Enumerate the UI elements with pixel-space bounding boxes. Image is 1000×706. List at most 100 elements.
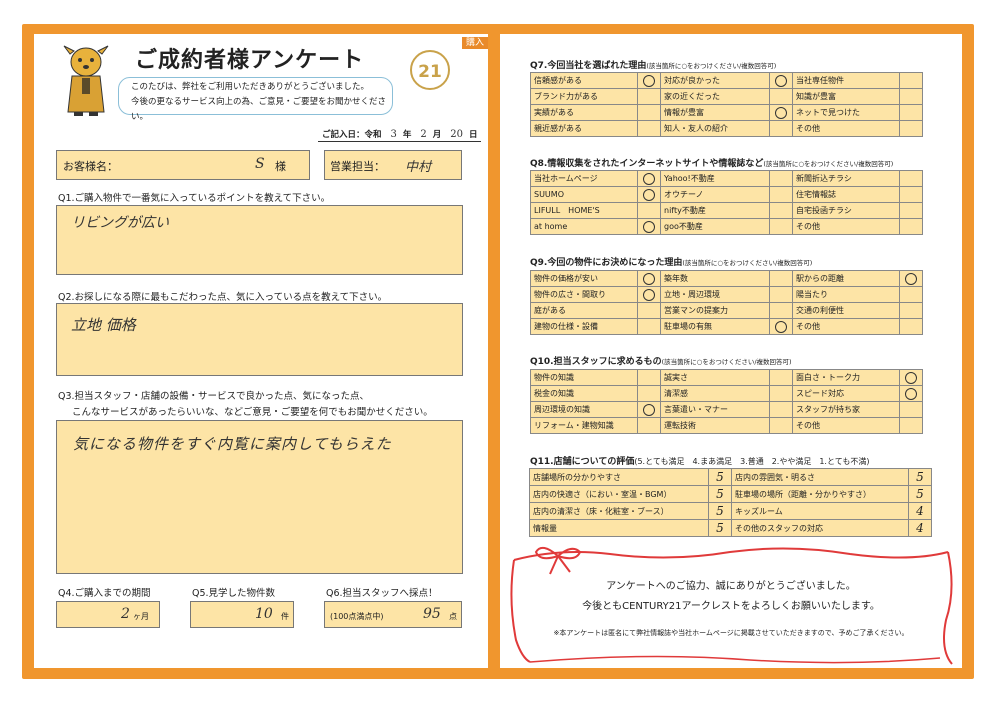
q7-option-checkbox[interactable] (637, 120, 661, 137)
date-year: 3 (390, 129, 397, 140)
q8-option-checkbox[interactable] (769, 218, 793, 235)
q9-option-checkbox[interactable] (769, 318, 793, 335)
q5-answer-field[interactable]: 10 件 (190, 601, 294, 628)
q8-option-checkbox[interactable] (637, 186, 661, 203)
q10-option-checkbox[interactable] (769, 369, 793, 386)
q10-option-checkbox[interactable] (769, 385, 793, 402)
q9-option-checkbox[interactable] (899, 318, 923, 335)
q7-option-label: 当社専任物件 (792, 72, 900, 89)
q8-option-checkbox[interactable] (899, 202, 923, 219)
q9-option-checkbox[interactable] (637, 302, 661, 319)
q11-score[interactable]: 5 (708, 485, 732, 503)
q4-answer-field[interactable]: 2 ヶ月 (56, 601, 160, 628)
date-month: 2 (420, 129, 427, 140)
q8-option-checkbox[interactable] (769, 186, 793, 203)
customer-name-value: S (255, 156, 265, 172)
q10-option-checkbox[interactable] (769, 401, 793, 418)
q10-option-checkbox[interactable] (637, 385, 661, 402)
q11-row: 店内の清潔さ（床・化粧室・ブース） 5 キッズルーム 4 (529, 502, 932, 520)
q7-option-checkbox[interactable] (769, 120, 793, 137)
q7-options: 信頼感がある 対応が良かった 当社専任物件 ブランド力がある 家の近くだった 知識が豊富実… (530, 72, 923, 137)
q7-option-checkbox[interactable] (637, 88, 661, 105)
q9-option-checkbox[interactable] (637, 318, 661, 335)
q9-row: 庭がある 営業マンの提案力 交通の利便性 (530, 302, 923, 319)
q8-option-checkbox[interactable] (899, 218, 923, 235)
q8-option-label: Yahoo!不動産 (660, 170, 770, 187)
q7-option-checkbox[interactable] (637, 72, 661, 89)
q9-option-label: 築年数 (660, 270, 770, 287)
q8-title-text: Q8.情報収集をされたインターネットサイトや情報誌など (530, 159, 764, 169)
q9-option-checkbox[interactable] (899, 270, 923, 287)
q10-option-checkbox[interactable] (899, 401, 923, 418)
q11-title-text: Q11.店舗についての評価 (530, 457, 635, 467)
customer-name-field[interactable]: お客様名： S 様 (56, 150, 310, 180)
q11-item-label: 店舗場所の分かりやすさ (529, 468, 709, 486)
q8-option-label: SUUMO (530, 186, 638, 203)
thanks-section: アンケートへのご協力、誠にありがとうございました。 今後ともCENTURY21ア… (500, 540, 962, 668)
q7-option-checkbox[interactable] (637, 104, 661, 121)
q11-score[interactable]: 5 (708, 468, 732, 486)
q11-score[interactable]: 4 (908, 519, 932, 537)
q7-option-checkbox[interactable] (899, 88, 923, 105)
q9-option-checkbox[interactable] (637, 286, 661, 303)
q8-option-checkbox[interactable] (899, 186, 923, 203)
q9-option-label: 駐車場の有無 (660, 318, 770, 335)
q9-option-label: 陽当たり (792, 286, 900, 303)
circle-mark-icon (643, 188, 655, 201)
q3-answer-field[interactable]: 気になる物件をすぐ内覧に案内してもらえた (56, 420, 463, 574)
q11-score[interactable]: 5 (908, 485, 932, 503)
q9-title: Q9.今回の物件にお決めになった理由(該当箇所に○をおつけください/複数回答可) (530, 255, 812, 268)
q11-item-label: 店内の雰囲気・明るさ (731, 468, 909, 486)
q3-answer: 気になる物件をすぐ内覧に案内してもらえた (73, 435, 392, 453)
thanks-line-2: 今後ともCENTURY21アークレストをよろしくお願いいたします。 (582, 601, 880, 612)
q8-option-checkbox[interactable] (637, 170, 661, 187)
q10-option-checkbox[interactable] (899, 369, 923, 386)
q2-answer-field[interactable]: 立地 価格 (56, 303, 463, 376)
q11-score[interactable]: 5 (708, 519, 732, 537)
q7-option-checkbox[interactable] (899, 120, 923, 137)
q6-question: Q6.担当スタッフへ採点！ (326, 588, 438, 599)
q6-answer-field[interactable]: (100点満点中) 95 点 (324, 601, 462, 628)
q11-evaluation: 店舗場所の分かりやすさ 5 店内の雰囲気・明るさ 5 店内の快適さ（におい・室温・BGM… (529, 468, 932, 537)
q9-option-checkbox[interactable] (769, 270, 793, 287)
q10-option-checkbox[interactable] (637, 369, 661, 386)
q8-option-label: その他 (792, 218, 900, 235)
q7-option-checkbox[interactable] (769, 88, 793, 105)
q8-option-checkbox[interactable] (769, 202, 793, 219)
q7-option-label: 親近感がある (530, 120, 638, 137)
q9-option-checkbox[interactable] (637, 270, 661, 287)
q9-option-checkbox[interactable] (899, 302, 923, 319)
q10-note: (該当箇所に○をおつけください/複数回答可) (661, 358, 792, 366)
q1-answer-field[interactable]: リビングが広い (56, 205, 463, 275)
q10-option-checkbox[interactable] (637, 401, 661, 418)
q1-question: Q1.ご購入物件で一番気に入っているポイントを教えて下さい。 (58, 193, 331, 204)
q10-option-checkbox[interactable] (899, 385, 923, 402)
q11-score[interactable]: 4 (908, 502, 932, 520)
circle-mark-icon (905, 371, 917, 384)
q9-option-checkbox[interactable] (899, 286, 923, 303)
q8-option-checkbox[interactable] (899, 170, 923, 187)
q10-option-checkbox[interactable] (769, 417, 793, 434)
q10-row: 物件の知識 誠実さ 面白さ・トーク力 (530, 369, 923, 386)
q9-option-checkbox[interactable] (769, 302, 793, 319)
thanks-line-1: アンケートへのご協力、誠にありがとうございました。 (606, 581, 856, 592)
sales-staff-field[interactable]: 営業担当： 中村 (324, 150, 462, 180)
q7-option-checkbox[interactable] (769, 72, 793, 89)
q11-score[interactable]: 5 (908, 468, 932, 486)
q10-title: Q10.担当スタッフに求めるもの(該当箇所に○をおつけください/複数回答可) (530, 354, 792, 367)
q8-option-checkbox[interactable] (637, 202, 661, 219)
q7-option-checkbox[interactable] (899, 104, 923, 121)
century21-logo: 21 (410, 50, 450, 90)
q9-option-label: 物件の価格が安い (530, 270, 638, 287)
circle-mark-icon (775, 320, 787, 333)
q10-option-checkbox[interactable] (637, 417, 661, 434)
q8-option-checkbox[interactable] (769, 170, 793, 187)
q9-option-checkbox[interactable] (769, 286, 793, 303)
q10-option-checkbox[interactable] (899, 417, 923, 434)
q11-score[interactable]: 5 (708, 502, 732, 520)
q8-option-label: goo不動産 (660, 218, 770, 235)
q11-row: 店内の快適さ（におい・室温・BGM） 5 駐車場の場所（距離・分かりやすさ） 5 (529, 485, 932, 503)
q7-option-checkbox[interactable] (899, 72, 923, 89)
q7-option-checkbox[interactable] (769, 104, 793, 121)
q8-option-checkbox[interactable] (637, 218, 661, 235)
